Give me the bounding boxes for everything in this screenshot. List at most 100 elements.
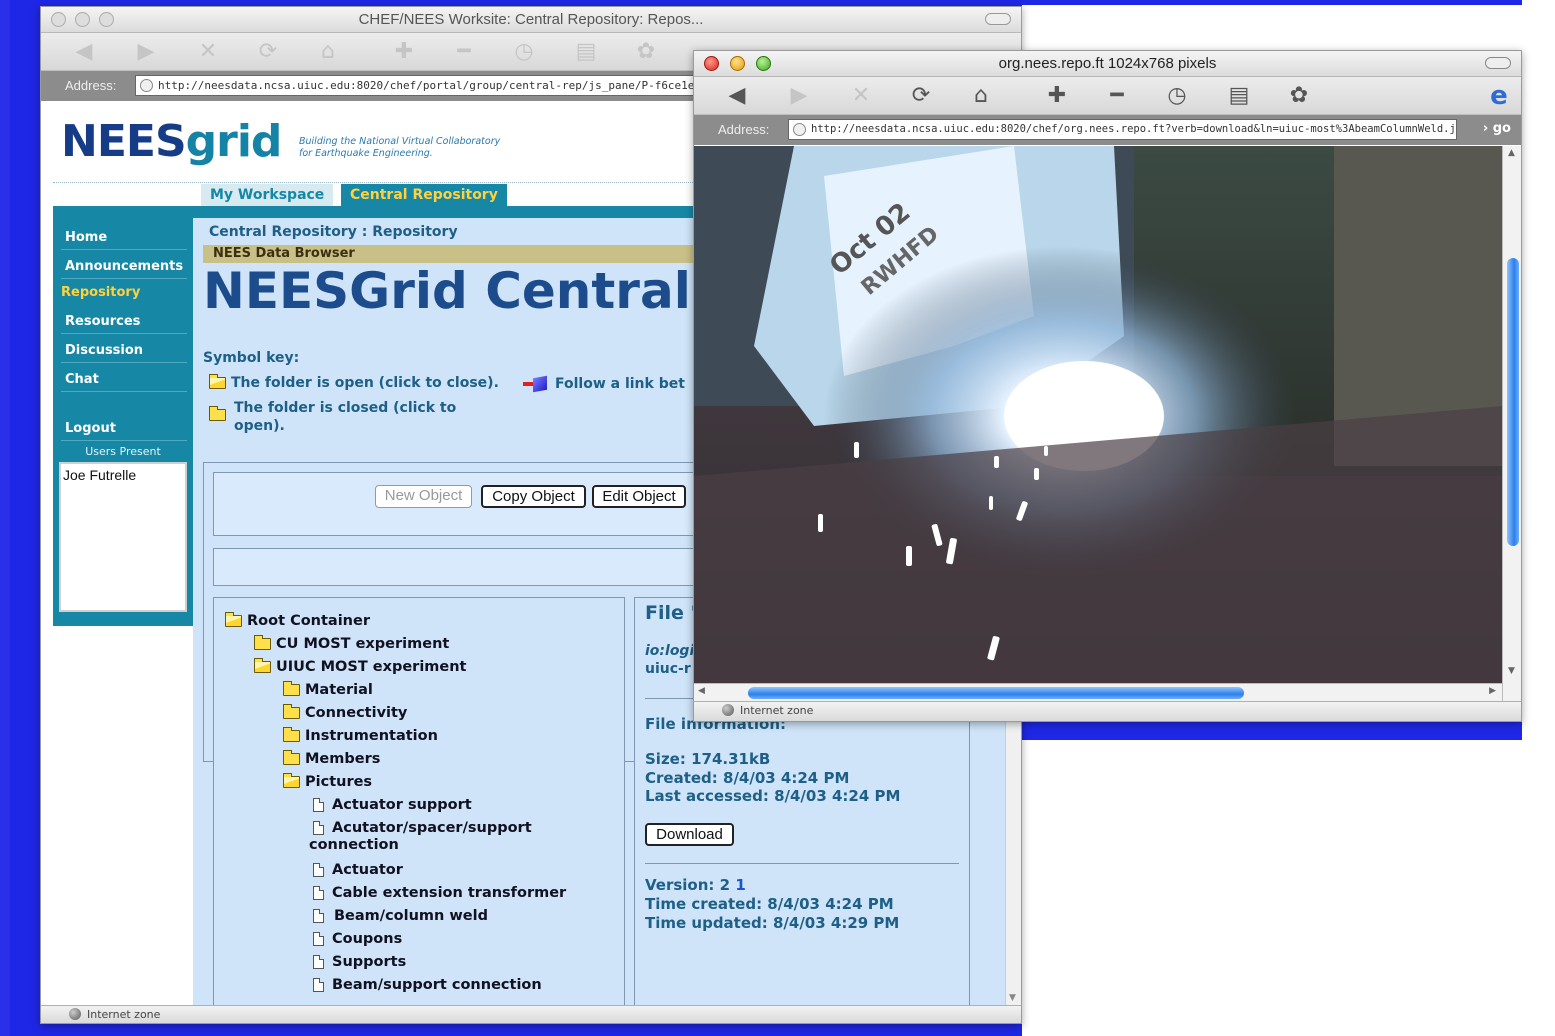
vertical-scroll-thumb[interactable]	[1507, 258, 1519, 546]
popup-title-bar[interactable]: org.nees.repo.ft 1024x768 pixels	[694, 51, 1521, 77]
logo-tagline: Building the National Virtual Collaborat…	[299, 136, 500, 160]
stop-icon[interactable]: ✕	[848, 84, 874, 108]
scroll-down-icon[interactable]: ▼	[1009, 993, 1016, 1003]
title-bar[interactable]: CHEF/NEES Worksite: Central Repository: …	[41, 7, 1021, 33]
tree-item[interactable]: Beam/support connection	[313, 977, 542, 994]
back-icon[interactable]: ◀	[724, 84, 750, 108]
forward-icon[interactable]: ▶	[786, 84, 812, 108]
file-icon	[313, 932, 324, 946]
tree-item[interactable]: CU MOST experiment	[254, 635, 450, 653]
internet-zone-icon	[69, 1008, 81, 1020]
closed-folder-text-2: open).	[234, 418, 285, 434]
scroll-up-icon[interactable]: ▲	[1508, 148, 1515, 158]
scroll-left-icon[interactable]: ◀	[698, 686, 705, 696]
stop-icon[interactable]: ✕	[195, 40, 221, 64]
page-title: NEESGrid Central	[203, 262, 691, 320]
users-present-label: Users Present	[85, 445, 161, 458]
history-icon[interactable]: ◷	[1164, 84, 1190, 108]
open-folder-icon	[225, 612, 242, 627]
version-divider	[645, 863, 959, 864]
sidebar-item-repository[interactable]: Repository	[57, 281, 183, 305]
preferences-icon[interactable]: ✿	[633, 40, 659, 64]
tree-item[interactable]: Actuator support	[313, 797, 472, 814]
horizontal-scroll-thumb[interactable]	[748, 687, 1244, 699]
tree-item-selected[interactable]: Beam/column weld	[313, 906, 613, 928]
edit-object-button[interactable]: Edit Object	[592, 485, 686, 508]
tree-item[interactable]: Actuator	[313, 862, 403, 879]
tree-item-label: UIUC MOST experiment	[276, 659, 467, 675]
tree-item-label: Actuator	[332, 862, 403, 878]
internet-zone-icon	[722, 704, 734, 716]
tree-item-label: Actuator support	[332, 797, 472, 813]
closed-folder-icon	[209, 406, 226, 421]
sidebar-item-chat[interactable]: Chat	[61, 368, 187, 392]
tree-item[interactable]: Connectivity	[283, 704, 407, 722]
toolbar-toggle-button[interactable]	[985, 13, 1011, 25]
file-last-accessed: Last accessed: 8/4/03 4:24 PM	[645, 787, 901, 805]
new-object-button[interactable]: New Object	[375, 485, 472, 508]
download-button[interactable]: Download	[645, 823, 734, 846]
data-browser-bar: NEES Data Browser	[203, 245, 763, 263]
explorer-logo-icon[interactable]: e	[1486, 83, 1512, 109]
popup-address-bar: Address: http://neesdata.ncsa.uiuc.edu:8…	[694, 115, 1521, 145]
open-folder-legend: The folder is open (click to close).	[209, 374, 499, 392]
forward-icon[interactable]: ▶	[133, 40, 159, 64]
file-icon	[313, 886, 324, 900]
version-link[interactable]: 1	[735, 876, 745, 894]
address-label: Address:	[65, 78, 117, 93]
refresh-icon[interactable]: ⟳	[255, 40, 281, 64]
history-icon[interactable]: ◷	[511, 40, 537, 64]
tree-item[interactable]: Coupons	[313, 931, 402, 948]
tree-item[interactable]: Supports	[313, 954, 406, 971]
scroll-right-icon[interactable]: ▶	[1489, 686, 1496, 696]
folder-icon	[283, 681, 300, 696]
smaller-text-icon[interactable]: ━	[451, 40, 477, 64]
print-icon[interactable]: ▤	[1226, 84, 1252, 108]
larger-text-icon[interactable]: ✚	[1044, 84, 1070, 108]
copy-object-button[interactable]: Copy Object	[481, 485, 586, 508]
tree-item[interactable]: Members	[283, 750, 380, 768]
logo-divider	[53, 182, 733, 183]
home-icon[interactable]: ⌂	[968, 84, 994, 108]
popup-vertical-scrollbar[interactable]: ▲ ▼	[1502, 146, 1521, 701]
open-folder-icon	[283, 773, 300, 788]
back-icon[interactable]: ◀	[71, 40, 97, 64]
tree-item[interactable]: Material	[283, 681, 373, 699]
print-icon[interactable]: ▤	[573, 40, 599, 64]
scroll-down-icon[interactable]: ▼	[1508, 666, 1515, 676]
file-size: Size: 174.31kB	[645, 750, 771, 768]
logo-sub-text: grid	[185, 116, 283, 167]
tree-item-label: CU MOST experiment	[276, 636, 450, 652]
tree-item[interactable]: Acutator/spacer/support connection	[309, 820, 532, 854]
preferences-icon[interactable]: ✿	[1286, 84, 1312, 108]
popup-horizontal-scrollbar[interactable]: ◀ ▶	[694, 683, 1502, 701]
sidebar-item-discussion[interactable]: Discussion	[61, 339, 187, 363]
toolbar-toggle-button[interactable]	[1485, 57, 1511, 69]
sidebar-item-announcements[interactable]: Announcements	[61, 255, 187, 279]
sidebar-item-home[interactable]: Home	[61, 226, 187, 250]
time-created: Time created: 8/4/03 4:24 PM	[645, 895, 894, 913]
tab-my-workspace[interactable]: My Workspace	[201, 184, 334, 206]
tree-item[interactable]: Instrumentation	[283, 727, 438, 745]
open-folder-text: The folder is open (click to close).	[231, 375, 499, 391]
tagline-line-2: for Earthquake Engineering.	[299, 148, 433, 159]
sidebar-item-resources[interactable]: Resources	[61, 310, 187, 334]
desktop-background-area	[1522, 0, 1555, 740]
tagline-line-1: Building the National Virtual Collaborat…	[299, 136, 501, 147]
go-button[interactable]: › go	[1483, 121, 1511, 136]
file-icon	[313, 863, 324, 877]
follow-link-text: Follow a link bet	[555, 376, 685, 392]
tab-central-repository[interactable]: Central Repository	[341, 184, 507, 206]
home-icon[interactable]: ⌂	[315, 40, 341, 64]
tree-item[interactable]: Root Container	[225, 612, 370, 630]
refresh-icon[interactable]: ⟳	[908, 84, 934, 108]
address-input[interactable]: http://neesdata.ncsa.uiuc.edu:8020/chef/…	[788, 119, 1457, 140]
tree-item[interactable]: Pictures	[283, 773, 372, 791]
larger-text-icon[interactable]: ✚	[391, 40, 417, 64]
tree-item[interactable]: Cable extension transformer	[313, 885, 566, 902]
tree-item-label: Root Container	[247, 613, 370, 629]
tree-item[interactable]: UIUC MOST experiment	[254, 658, 467, 676]
sidebar-item-logout[interactable]: Logout	[61, 417, 187, 441]
users-present-list: Joe Futrelle	[59, 462, 187, 612]
smaller-text-icon[interactable]: ━	[1104, 84, 1130, 108]
